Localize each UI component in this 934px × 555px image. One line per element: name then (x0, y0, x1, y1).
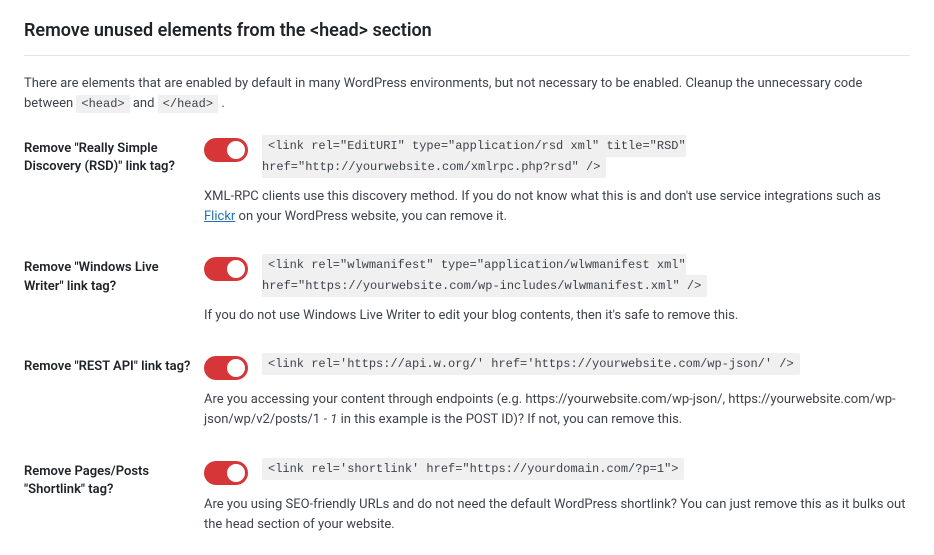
desc-text: in this example is the POST ID)? If not,… (337, 412, 682, 427)
desc-text: and (133, 96, 158, 111)
setting-row: Remove Pages/Posts "Shortlink" tag? <lin… (24, 459, 910, 535)
toggle-wlw[interactable] (204, 257, 248, 281)
setting-desc-restapi: Are you accessing your content through e… (204, 390, 910, 430)
link-flickr[interactable]: Flickr (204, 209, 235, 224)
setting-label-wlw: Remove "Windows Live Writer" link tag? (24, 255, 204, 295)
code-head-close: </head> (158, 95, 218, 113)
setting-row: Remove "Really Simple Discovery (RSD)" l… (24, 136, 910, 227)
desc-text: XML-RPC clients use this discovery metho… (204, 189, 881, 204)
toggle-knob (227, 359, 245, 377)
toggle-knob (227, 141, 245, 159)
setting-desc-wlw: If you do not use Windows Live Writer to… (204, 306, 910, 326)
code-snippet-shortlink: <link rel='shortlink' href="https://your… (262, 458, 684, 480)
code-snippet-wlw: <link rel="wlwmanifest" type="applicatio… (262, 254, 707, 296)
code-head-open: <head> (76, 95, 129, 113)
code-snippet-rsd: <link rel="EditURI" type="application/rs… (262, 135, 686, 177)
section-divider (24, 55, 910, 56)
setting-row: Remove "Windows Live Writer" link tag? <… (24, 255, 910, 326)
desc-text: . (221, 96, 224, 111)
section-title: Remove unused elements from the <head> s… (24, 20, 910, 41)
toggle-shortlink[interactable] (204, 461, 248, 485)
section-description: There are elements that are enabled by d… (24, 74, 910, 114)
toggle-knob (227, 260, 245, 278)
toggle-rsd[interactable] (204, 138, 248, 162)
toggle-restapi[interactable] (204, 356, 248, 380)
setting-label-restapi: Remove "REST API" link tag? (24, 354, 204, 376)
desc-text: on your WordPress website, you can remov… (235, 209, 507, 224)
toggle-knob (227, 464, 245, 482)
setting-row: Remove "REST API" link tag? <link rel='h… (24, 354, 910, 430)
setting-desc-rsd: XML-RPC clients use this discovery metho… (204, 187, 910, 227)
setting-label-shortlink: Remove Pages/Posts "Shortlink" tag? (24, 459, 204, 499)
setting-label-rsd: Remove "Really Simple Discovery (RSD)" l… (24, 136, 204, 176)
code-snippet-restapi: <link rel='https://api.w.org/' href='htt… (262, 353, 800, 375)
